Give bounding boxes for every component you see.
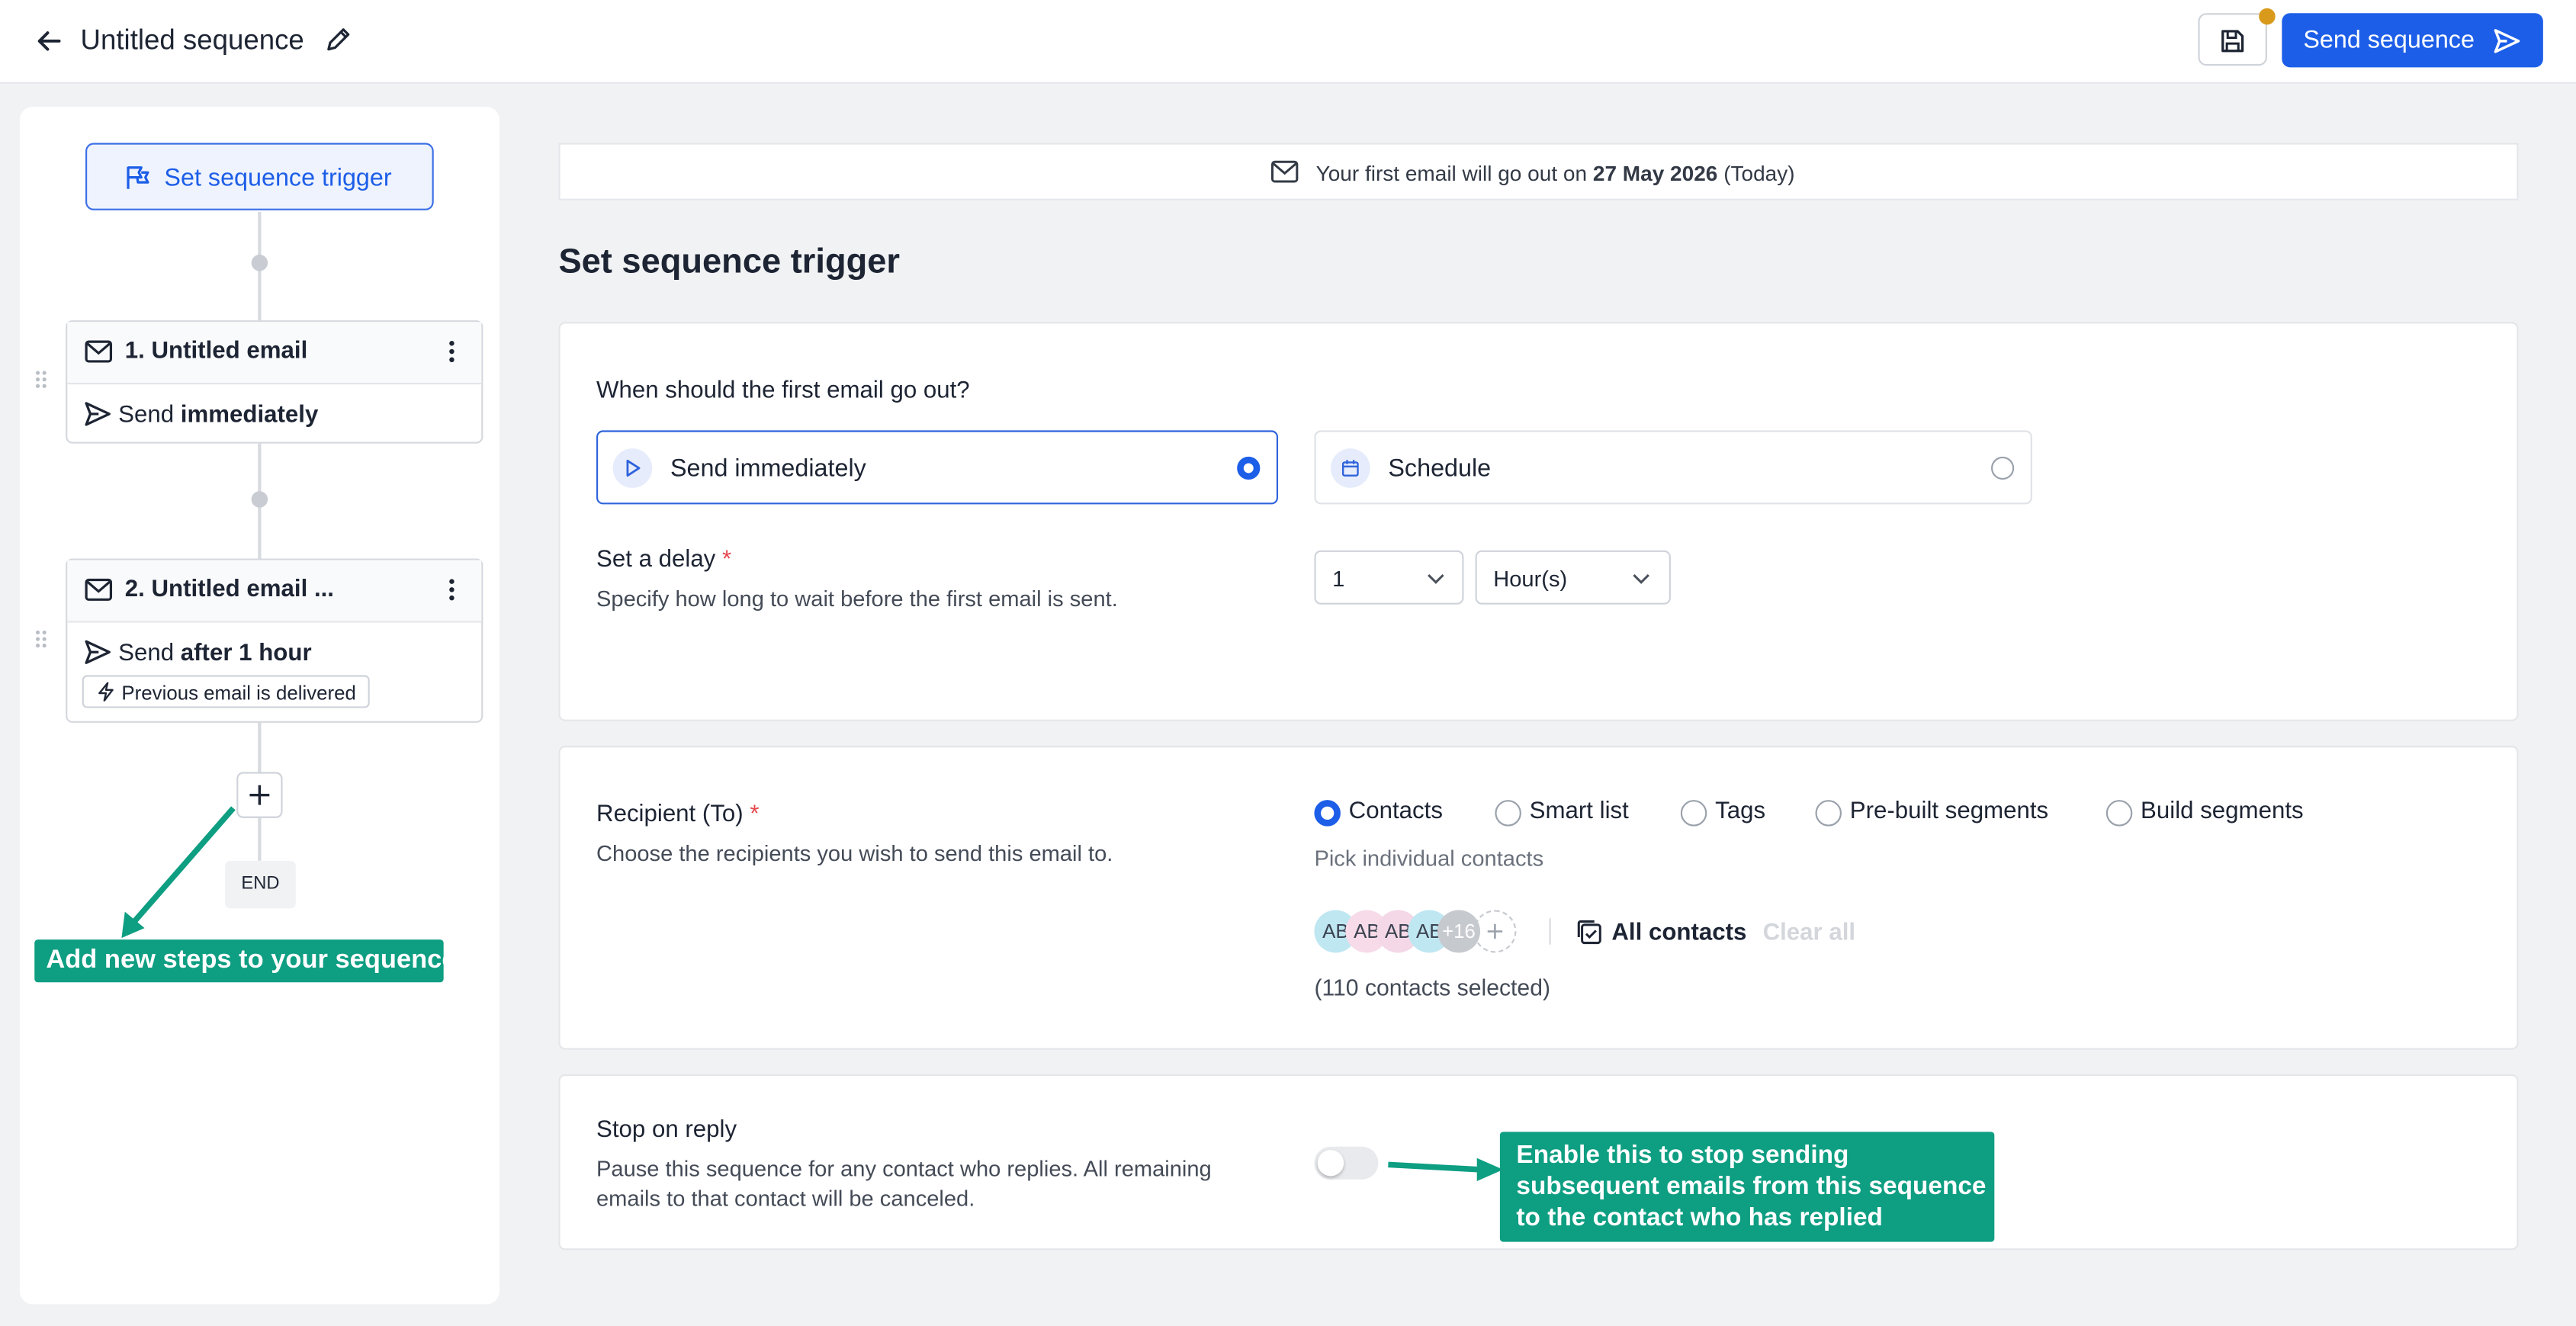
toggle-knob <box>1317 1150 1344 1177</box>
recipient-type-label: Build segments <box>2141 798 2304 825</box>
recipients-panel: Recipient (To) * Choose the recipients y… <box>558 746 2519 1050</box>
envelope-icon <box>1270 160 1299 183</box>
recipient-type-label: Tags <box>1715 798 1766 825</box>
delay-label-text: Set a delay <box>596 547 716 573</box>
chevron-down-icon <box>1633 573 1649 584</box>
clear-all-button[interactable]: Clear all <box>1763 920 1856 946</box>
paper-plane-icon <box>2494 29 2520 53</box>
delay-value-select[interactable]: 1 <box>1314 550 1464 605</box>
stop-on-reply-toggle[interactable] <box>1314 1146 1379 1180</box>
stop-on-reply-help-line1: Pause this sequence for any contact who … <box>596 1156 1212 1181</box>
contacts-radio[interactable] <box>1314 800 1341 827</box>
callout-line: subsequent emails from this sequence <box>1516 1173 1987 1201</box>
back-arrow-icon[interactable] <box>33 24 66 57</box>
add-steps-callout: Add new steps to your sequence <box>34 939 457 983</box>
save-button[interactable] <box>2198 13 2267 66</box>
callout-line: to the contact who has replied <box>1516 1204 1883 1232</box>
schedule-option[interactable]: Schedule <box>1314 430 2032 505</box>
contacts-selected-count: (110 contacts selected) <box>1314 974 1551 1000</box>
send-sequence-button[interactable]: Send sequence <box>2282 13 2543 68</box>
delay-value: 1 <box>1332 567 1345 592</box>
recipient-help: Choose the recipients you wish to send t… <box>596 841 1113 866</box>
unsaved-indicator <box>2259 8 2276 25</box>
delay-help: Specify how long to wait before the firs… <box>596 586 1118 612</box>
pre-built-segments-radio[interactable] <box>1815 800 1842 827</box>
first-send-banner: Your first email will go out on 27 May 2… <box>558 143 2519 201</box>
stop-on-reply-panel: Stop on reply Pause this sequence for an… <box>558 1074 2519 1251</box>
recipient-type-label: Smart list <box>1529 798 1629 825</box>
calendar-icon <box>1330 448 1370 488</box>
delay-label: Set a delay * <box>596 547 731 573</box>
callout-line: Enable this to stop sending <box>1516 1141 1849 1170</box>
banner-text: Your first email will go out on 27 May 2… <box>1316 161 1795 185</box>
pick-hint: Pick individual contacts <box>1314 846 1544 871</box>
floppy-disk-icon <box>2221 30 2244 53</box>
top-bar: Untitled sequence Send sequence <box>0 0 2576 84</box>
callout-arrow <box>121 806 236 939</box>
build-segments-radio[interactable] <box>2105 800 2133 827</box>
send-sequence-label: Send sequence <box>2303 26 2475 55</box>
send-immediately-option[interactable]: Send immediately <box>596 430 1279 505</box>
recipient-type-label: Contacts <box>1348 798 1443 825</box>
stop-on-reply-label: Stop on reply <box>596 1116 737 1144</box>
delay-unit: Hour(s) <box>1493 567 1568 592</box>
all-contacts-label: All contacts <box>1611 920 1747 946</box>
recipient-label: Recipient (To) * <box>596 801 760 827</box>
delay-unit-select[interactable]: Hour(s) <box>1475 550 1671 605</box>
timing-question: When should the first email go out? <box>596 377 970 404</box>
banner-date: 27 May 2026 <box>1592 161 1718 186</box>
pencil-icon[interactable] <box>323 24 353 54</box>
banner-suffix: (Today) <box>1723 161 1795 186</box>
banner-prefix: Your first email will go out on <box>1315 161 1588 186</box>
send-immediately-radio[interactable] <box>1237 456 1261 480</box>
required-mark: * <box>750 801 760 828</box>
add-contact-button[interactable] <box>1473 910 1517 953</box>
callout-arrow <box>1388 1157 1504 1181</box>
divider <box>1549 918 1551 945</box>
required-mark: * <box>722 547 732 573</box>
schedule-radio[interactable] <box>1991 456 2015 480</box>
chevron-down-icon <box>1428 573 1444 584</box>
option-label: Send immediately <box>670 454 866 483</box>
sequence-flow-panel: Set sequence trigger 1. Untitled email S… <box>19 107 499 1305</box>
option-label: Schedule <box>1388 454 1492 483</box>
select-all-icon <box>1577 920 1601 945</box>
recipient-type-label: Pre-built segments <box>1849 798 2049 825</box>
plus-icon <box>1487 923 1503 939</box>
tags-radio[interactable] <box>1680 800 1707 827</box>
page-title: Set sequence trigger <box>558 242 900 281</box>
timing-panel: When should the first email go out? Send… <box>558 322 2519 721</box>
recipient-label-text: Recipient (To) <box>596 801 744 828</box>
stop-on-reply-callout: Enable this to stop sending subsequent e… <box>1499 1132 1995 1242</box>
stop-on-reply-help-line2: emails to that contact will be canceled. <box>596 1186 975 1211</box>
callout-text: Add new steps to your sequence <box>46 946 457 974</box>
sequence-title: Untitled sequence <box>80 24 304 56</box>
smart-list-radio[interactable] <box>1495 800 1521 827</box>
play-icon <box>612 448 653 488</box>
